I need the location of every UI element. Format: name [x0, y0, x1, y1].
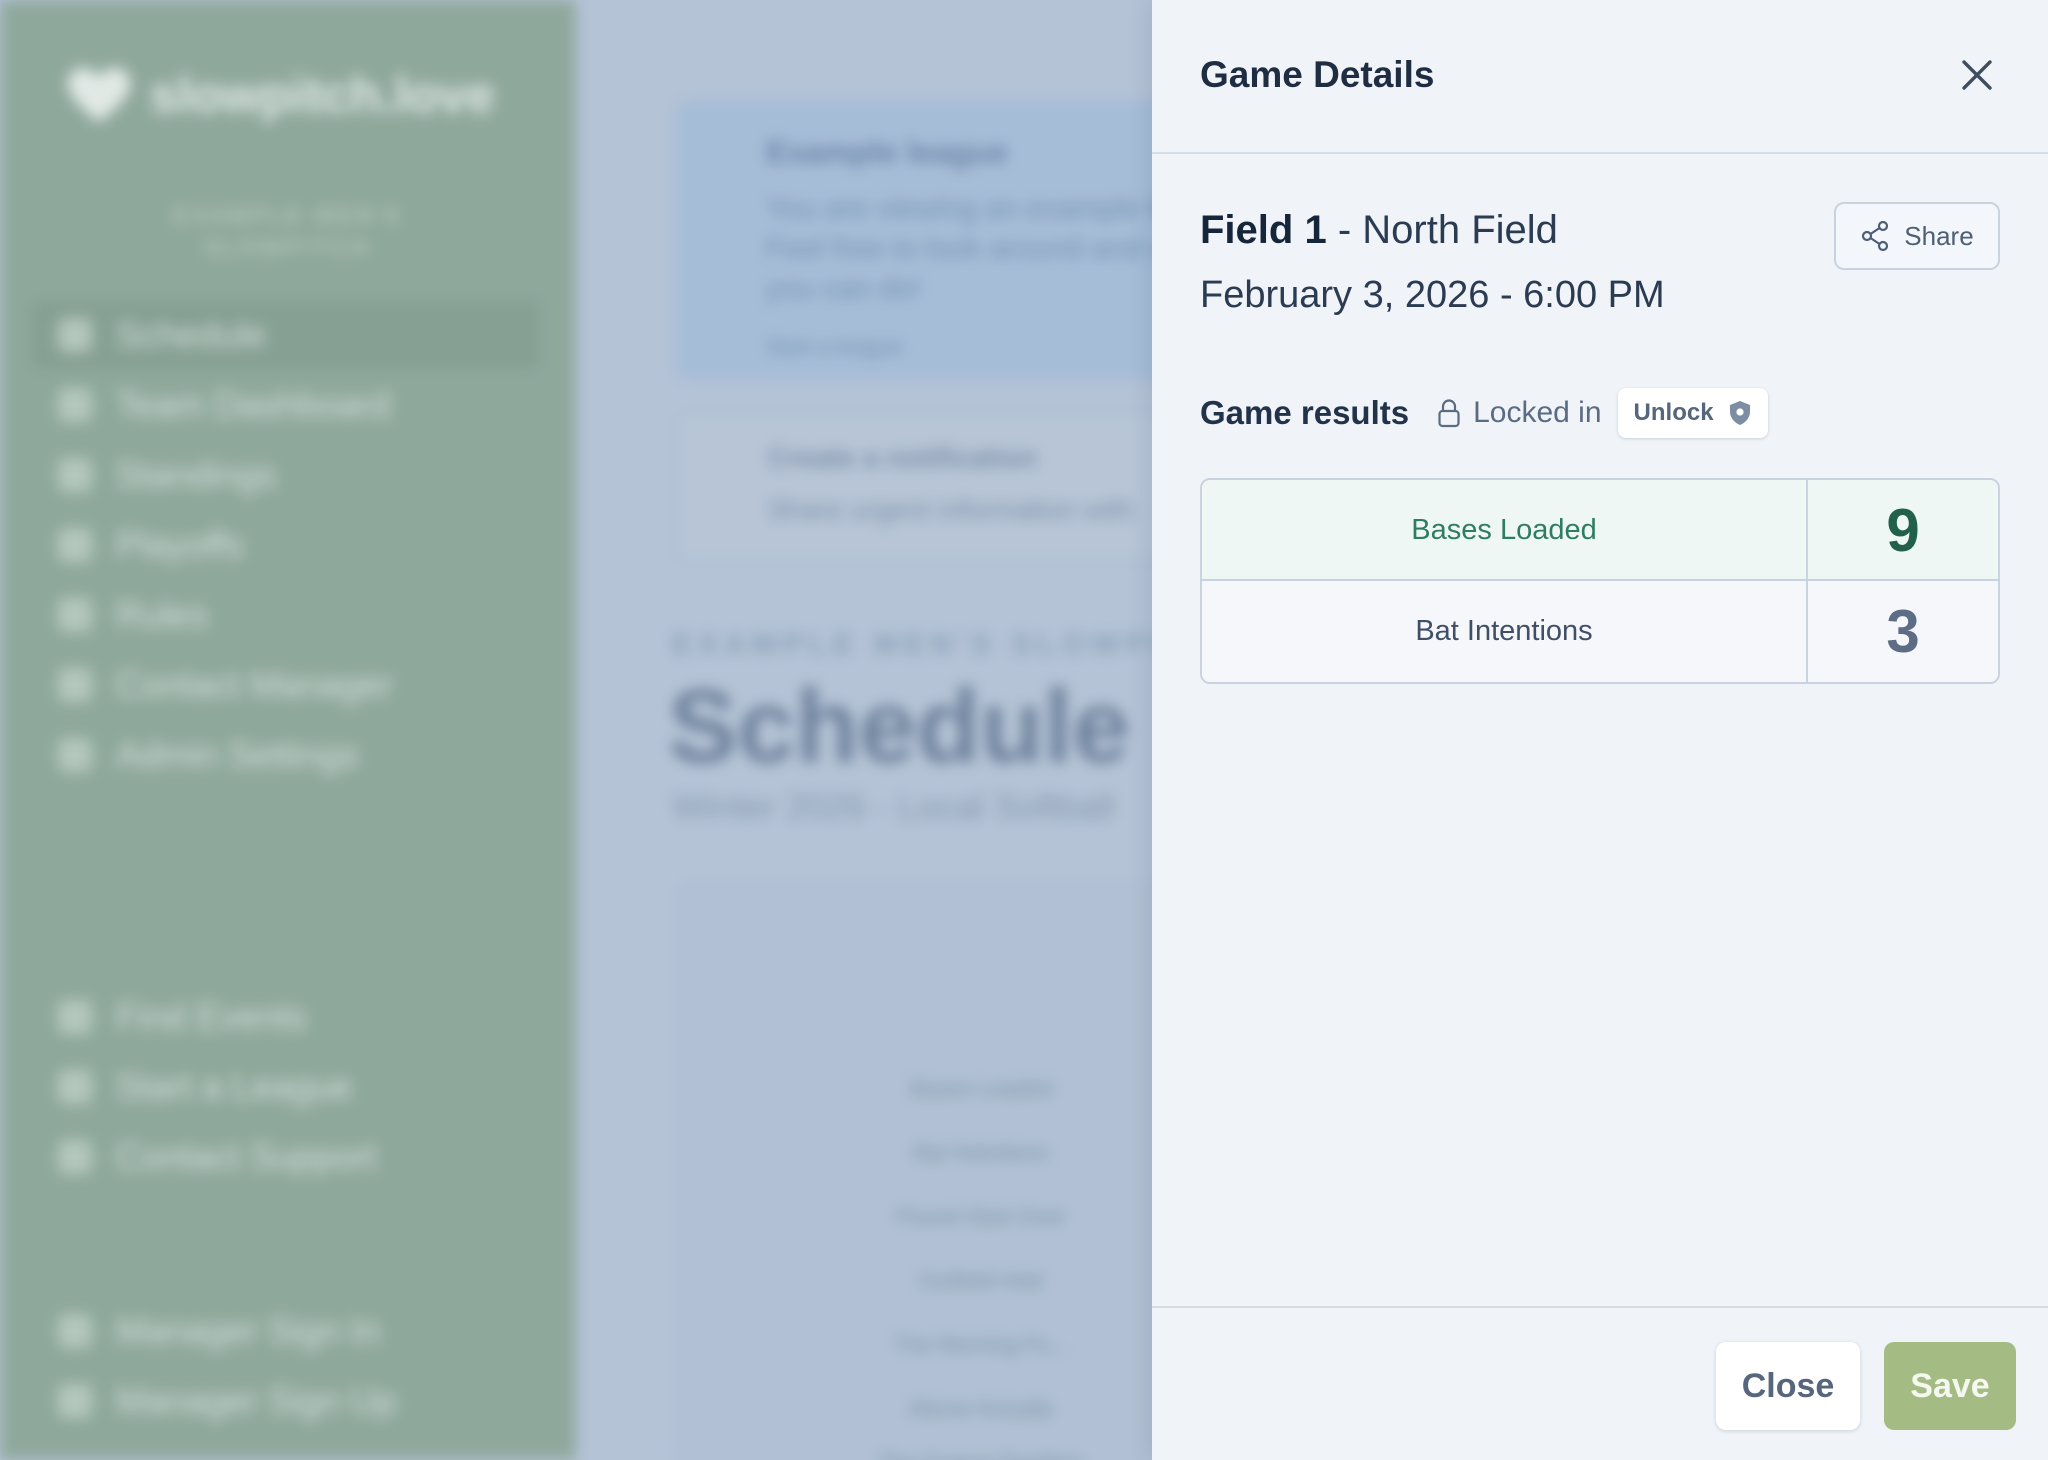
team-name: Bases Loaded [1202, 480, 1808, 581]
field-location: - North Field [1337, 208, 1558, 252]
game-datetime: February 3, 2026 - 6:00 PM [1200, 274, 1665, 316]
team-score: 9 [1886, 497, 1920, 564]
close-button[interactable]: Close [1716, 1342, 1860, 1430]
results-label: Game results [1200, 394, 1410, 431]
result-row-winner: Bases Loaded 9 [1202, 480, 1998, 581]
locked-status: Locked in [1473, 396, 1602, 429]
lock-icon [1438, 399, 1460, 428]
unlock-button[interactable]: Unlock [1617, 388, 1768, 438]
team-score: 3 [1886, 598, 1920, 665]
game-location: Field 1 - North Field [1200, 208, 1558, 253]
drawer-title: Game Details [1200, 54, 1435, 95]
drawer-footer: Close Save [1152, 1306, 2048, 1460]
share-icon [1862, 220, 1889, 252]
close-icon[interactable] [1952, 50, 2002, 100]
save-button[interactable]: Save [1884, 1342, 2016, 1430]
game-details-drawer: Game Details Field 1 - North Field Febru… [1152, 0, 2048, 1460]
result-row-loser: Bat Intentions 3 [1202, 581, 1998, 682]
team-name: Bat Intentions [1202, 581, 1808, 682]
share-button[interactable]: Share [1834, 202, 2000, 270]
shield-icon [1729, 401, 1750, 425]
share-label: Share [1904, 220, 1974, 251]
game-results-header: Game results Locked in Unlock [1200, 388, 1768, 438]
unlock-label: Unlock [1633, 399, 1714, 426]
field-name: Field 1 [1200, 208, 1327, 252]
drawer-header: Game Details [1152, 0, 2048, 154]
game-results-table: Bases Loaded 9 Bat Intentions 3 [1200, 478, 2000, 684]
